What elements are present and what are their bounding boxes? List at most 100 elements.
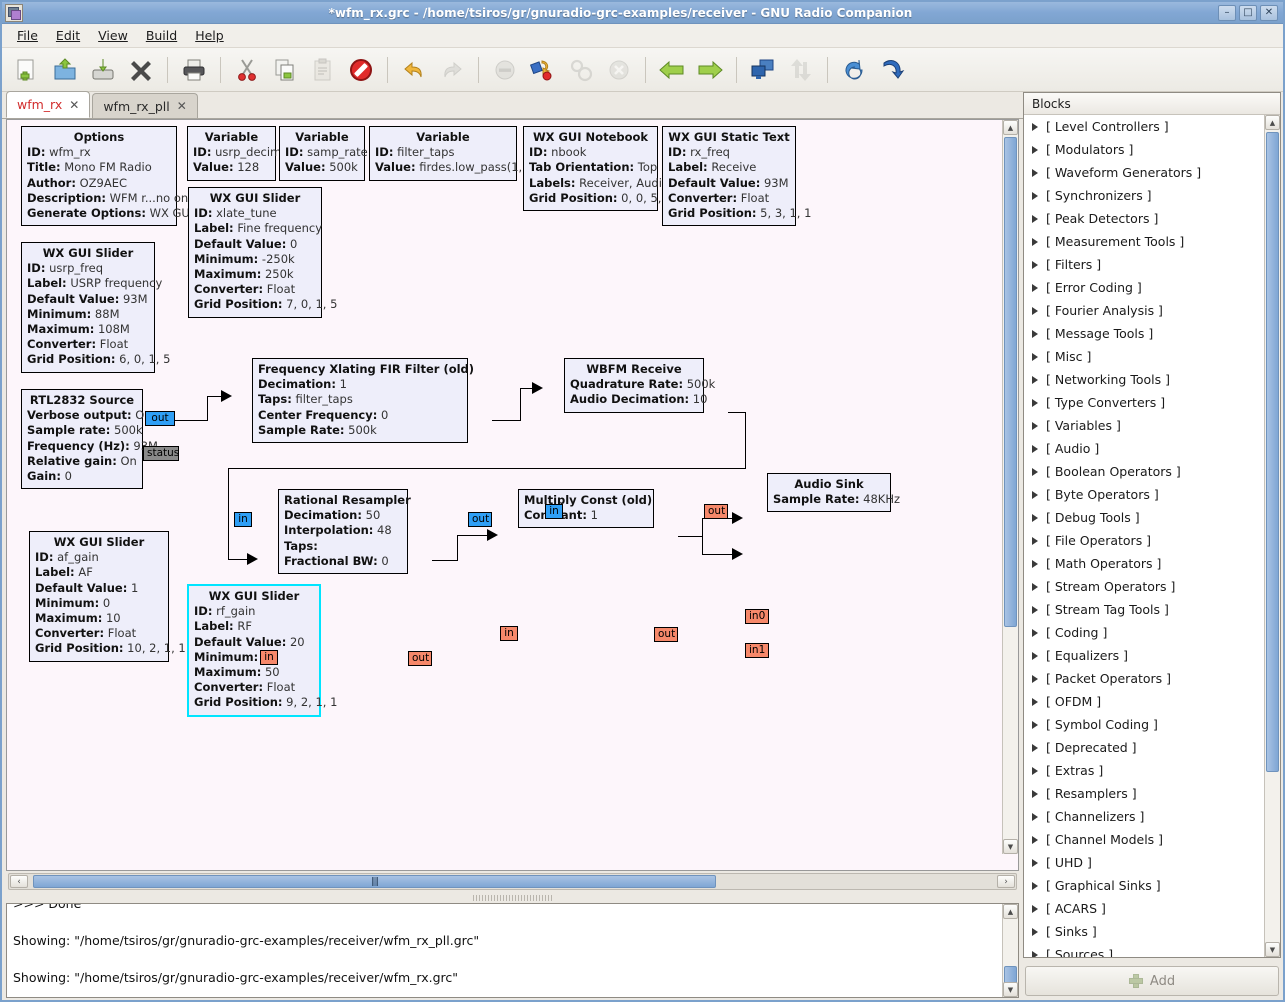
grc-block-resampler[interactable]: Rational Resampler Decimation: 50 Interpol…: [278, 489, 411, 575]
rotate-right-icon[interactable]: [693, 53, 727, 87]
grc-block-multconst[interactable]: Multiply Const (old)Constant: 1: [518, 489, 654, 529]
grc-block-samp_rate[interactable]: Variable ID: samp_rate Value: 500k: [279, 126, 368, 181]
print-icon[interactable]: [177, 53, 211, 87]
chevron-right-icon[interactable]: [1032, 329, 1038, 338]
chevron-right-icon[interactable]: [1032, 444, 1038, 453]
open-file-icon[interactable]: [48, 53, 82, 87]
tab-wfm-rx-pll[interactable]: wfm_rx_pll ✕: [92, 93, 198, 118]
grc-block-rtl2832[interactable]: RTL2832 Source Verbose output: On Sample r…: [21, 389, 158, 490]
delete-icon[interactable]: [344, 53, 378, 87]
grc-port-out[interactable]: out: [704, 504, 728, 519]
hscroll-left-icon[interactable]: ‹: [10, 875, 28, 888]
chevron-right-icon[interactable]: [1032, 927, 1038, 936]
blocks-category-row[interactable]: [ File Operators ]: [1024, 529, 1264, 552]
chevron-right-icon[interactable]: [1032, 881, 1038, 890]
tab-wfm-rx-pll-close-icon[interactable]: ✕: [177, 99, 187, 113]
grc-port-in[interactable]: in: [500, 626, 518, 641]
minimize-button[interactable]: –: [1218, 4, 1236, 21]
console-output[interactable]: >>> Done Showing: "/home/tsiros/gr/gnura…: [6, 903, 1019, 998]
chevron-right-icon[interactable]: [1032, 720, 1038, 729]
grc-block-audiosink[interactable]: Audio Sink Sample Rate: 48KHz: [767, 473, 900, 513]
chevron-right-icon[interactable]: [1032, 375, 1038, 384]
blocks-category-row[interactable]: [ Modulators ]: [1024, 138, 1264, 161]
blocks-category-row[interactable]: [ Sinks ]: [1024, 920, 1264, 943]
chevron-right-icon[interactable]: [1032, 950, 1038, 957]
grc-block-xlating_fir[interactable]: Frequency Xlating FIR Filter (old) Decima…: [252, 358, 474, 444]
blocks-category-row[interactable]: [ Filters ]: [1024, 253, 1264, 276]
close-button[interactable]: ✕: [1260, 4, 1278, 21]
chevron-right-icon[interactable]: [1032, 582, 1038, 591]
chevron-right-icon[interactable]: [1032, 398, 1038, 407]
blocks-category-row[interactable]: [ Packet Operators ]: [1024, 667, 1264, 690]
chevron-right-icon[interactable]: [1032, 490, 1038, 499]
console-vertical-scrollbar[interactable]: ▲ ▼: [1002, 904, 1018, 997]
blocks-category-row[interactable]: [ Measurement Tools ]: [1024, 230, 1264, 253]
blocks-category-row[interactable]: [ Networking Tools ]: [1024, 368, 1264, 391]
blocks-category-row[interactable]: [ ACARS ]: [1024, 897, 1264, 920]
blocks-category-row[interactable]: [ Boolean Operators ]: [1024, 460, 1264, 483]
blocks-scroll-down-icon[interactable]: ▼: [1265, 942, 1280, 957]
blocks-category-row[interactable]: [ Fourier Analysis ]: [1024, 299, 1264, 322]
hscroll-right-icon[interactable]: ›: [997, 875, 1015, 888]
grc-block-wbfm[interactable]: WBFM Receive Quadrature Rate: 500k Audio D…: [564, 358, 715, 413]
hscroll-thumb[interactable]: ‖‖: [33, 875, 716, 888]
chevron-right-icon[interactable]: [1032, 674, 1038, 683]
grc-block-usrp_freq[interactable]: WX GUI Slider ID: usrp_freq Label: USRP fr…: [21, 242, 170, 373]
blocks-category-row[interactable]: [ Math Operators ]: [1024, 552, 1264, 575]
blocks-scroll-up-icon[interactable]: ▲: [1265, 115, 1280, 130]
grc-port-in[interactable]: in: [234, 512, 252, 527]
chevron-right-icon[interactable]: [1032, 904, 1038, 913]
chevron-right-icon[interactable]: [1032, 743, 1038, 752]
chevron-right-icon[interactable]: [1032, 214, 1038, 223]
grc-port-in1[interactable]: in1: [745, 643, 769, 658]
tab-wfm-rx-close-icon[interactable]: ✕: [69, 98, 79, 112]
chevron-right-icon[interactable]: [1032, 306, 1038, 315]
enable-icon[interactable]: [746, 53, 780, 87]
chevron-right-icon[interactable]: [1032, 858, 1038, 867]
blocks-category-row[interactable]: [ Channel Models ]: [1024, 828, 1264, 851]
reload-icon[interactable]: [837, 53, 871, 87]
chevron-right-icon[interactable]: [1032, 421, 1038, 430]
disable-icon[interactable]: [784, 53, 818, 87]
chevron-right-icon[interactable]: [1032, 789, 1038, 798]
canvas-vscroll-thumb[interactable]: [1004, 137, 1017, 627]
chevron-right-icon[interactable]: [1032, 467, 1038, 476]
blocks-category-row[interactable]: [ OFDM ]: [1024, 690, 1264, 713]
grc-port-in[interactable]: in: [260, 650, 278, 665]
blocks-category-row[interactable]: [ Synchronizers ]: [1024, 184, 1264, 207]
chevron-right-icon[interactable]: [1032, 168, 1038, 177]
grc-port-out[interactable]: out: [468, 512, 492, 527]
blocks-category-row[interactable]: [ Graphical Sinks ]: [1024, 874, 1264, 897]
menu-file[interactable]: File: [8, 25, 47, 46]
execute-icon[interactable]: [564, 53, 598, 87]
canvas-vertical-scrollbar[interactable]: ▲ ▼: [1002, 120, 1018, 854]
save-file-icon[interactable]: [86, 53, 120, 87]
chevron-right-icon[interactable]: [1032, 628, 1038, 637]
chevron-right-icon[interactable]: [1032, 145, 1038, 154]
blocks-category-row[interactable]: [ Stream Tag Tools ]: [1024, 598, 1264, 621]
chevron-right-icon[interactable]: [1032, 237, 1038, 246]
maximize-button[interactable]: □: [1239, 4, 1257, 21]
blocks-category-row[interactable]: [ Coding ]: [1024, 621, 1264, 644]
grc-block-rx_freq[interactable]: WX GUI Static Text ID: rx_freq Label: Rece…: [662, 126, 811, 227]
chevron-right-icon[interactable]: [1032, 812, 1038, 821]
menu-edit[interactable]: Edit: [47, 25, 89, 46]
grc-port-in0[interactable]: in0: [745, 609, 769, 624]
console-scroll-up-icon[interactable]: ▲: [1003, 904, 1018, 919]
chevron-right-icon[interactable]: [1032, 835, 1038, 844]
menu-help[interactable]: Help: [186, 25, 233, 46]
chevron-right-icon[interactable]: [1032, 283, 1038, 292]
grc-port-out[interactable]: out: [408, 651, 432, 666]
undo-icon[interactable]: [397, 53, 431, 87]
chevron-right-icon[interactable]: [1032, 513, 1038, 522]
blocks-category-row[interactable]: [ Level Controllers ]: [1024, 115, 1264, 138]
console-scroll-down-icon[interactable]: ▼: [1003, 982, 1018, 997]
blocks-category-row[interactable]: [ Debug Tools ]: [1024, 506, 1264, 529]
blocks-category-row[interactable]: [ Audio ]: [1024, 437, 1264, 460]
grc-block-nbook[interactable]: WX GUI Notebook ID: nbook Tab Orientation:…: [523, 126, 672, 212]
blocks-category-row[interactable]: [ Type Converters ]: [1024, 391, 1264, 414]
redo-icon[interactable]: [435, 53, 469, 87]
blocks-category-row[interactable]: [ Byte Operators ]: [1024, 483, 1264, 506]
blocks-category-row[interactable]: [ Symbol Coding ]: [1024, 713, 1264, 736]
generate-icon[interactable]: [526, 53, 560, 87]
